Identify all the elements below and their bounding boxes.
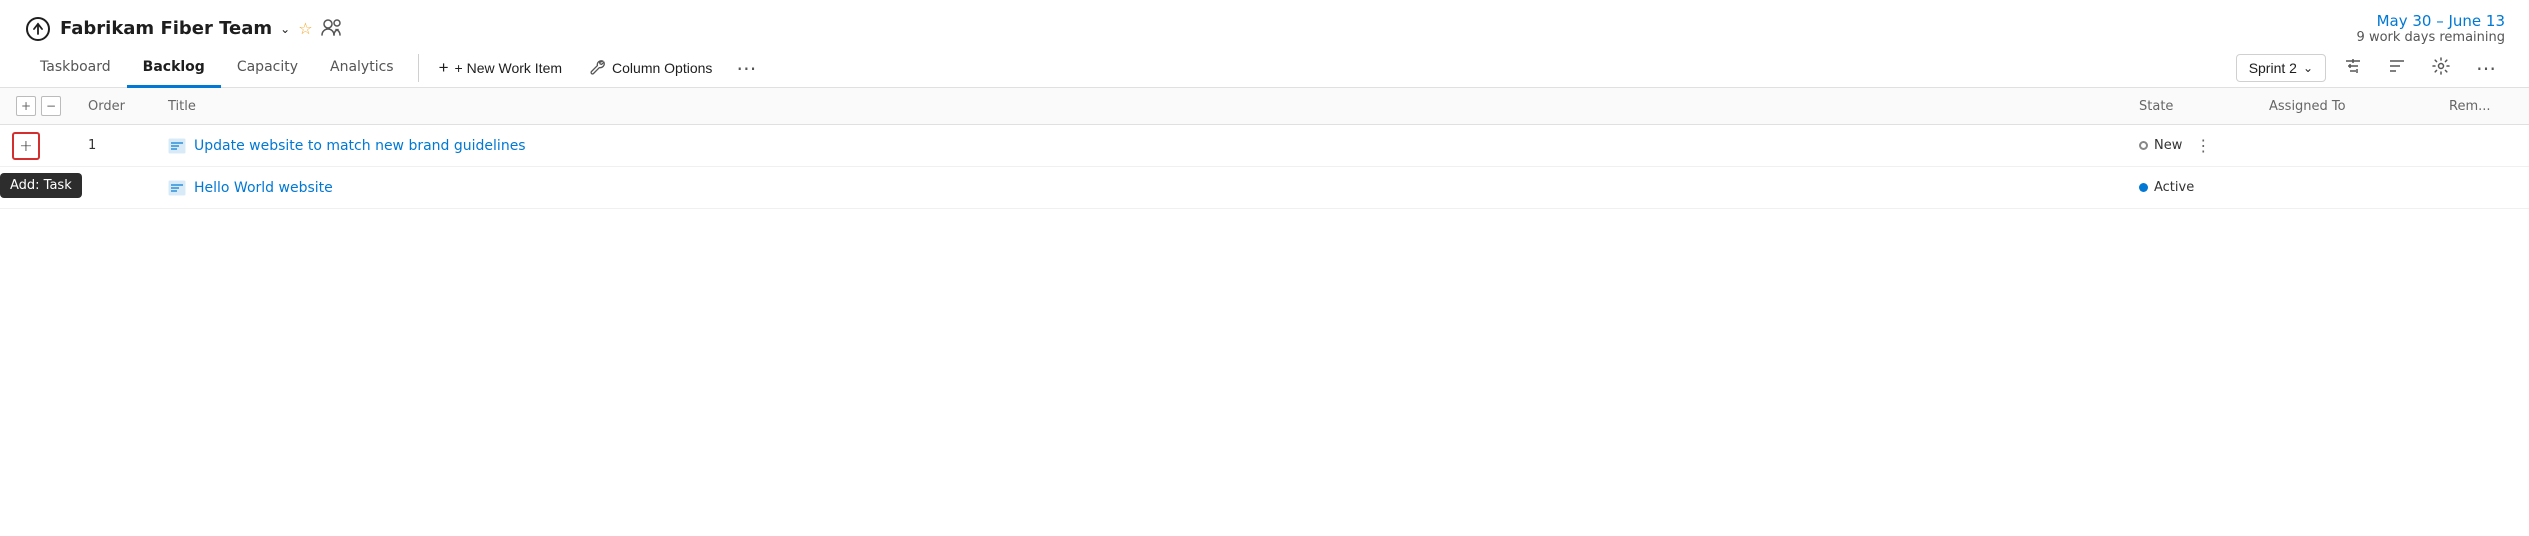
work-days-remaining: 9 work days remaining (2357, 30, 2505, 45)
team-name: Fabrikam Fiber Team (60, 18, 272, 39)
tab-capacity[interactable]: Capacity (221, 49, 314, 88)
nav-right: Sprint 2 ⌄ (2236, 50, 2505, 87)
table-row: Hello World website Active (0, 167, 2529, 209)
sprint-label: Sprint 2 (2249, 60, 2297, 76)
collapse-all-button[interactable]: − (41, 96, 61, 116)
row-expand-area: + Add: Task (0, 132, 80, 160)
settings-button[interactable] (2424, 51, 2458, 85)
col-state-header: State (2139, 99, 2269, 114)
nav-tabs: Taskboard Backlog Capacity Analytics (24, 49, 410, 87)
nav-divider (418, 54, 419, 82)
column-options-label: Column Options (612, 60, 712, 76)
new-work-item-label: + New Work Item (455, 60, 563, 76)
filter-button[interactable] (2336, 53, 2370, 83)
state-label: New (2154, 138, 2182, 153)
row-state: New ⋮ (2139, 136, 2269, 155)
col-expand-header: + − (0, 96, 80, 116)
state-dot-active (2139, 183, 2148, 192)
sprint-dates: May 30 – June 13 (2357, 12, 2505, 30)
row-actions-menu[interactable]: ⋮ (2188, 136, 2218, 155)
row-title-text[interactable]: Update website to match new brand guidel… (194, 138, 526, 154)
table-area: + − Order Title State Assigned To Rem...… (0, 88, 2529, 536)
work-item-icon-2 (168, 179, 186, 197)
people-icon[interactable] (321, 18, 343, 40)
header-right: May 30 – June 13 9 work days remaining (2357, 12, 2505, 45)
table-header: + − Order Title State Assigned To Rem... (0, 88, 2529, 125)
new-work-item-button[interactable]: + + New Work Item (427, 52, 574, 84)
more-actions-button[interactable]: ⋯ (728, 50, 765, 87)
tab-analytics[interactable]: Analytics (314, 49, 410, 88)
tab-taskboard[interactable]: Taskboard (24, 49, 127, 88)
col-remaining-header: Rem... (2449, 99, 2529, 114)
row-title-text-2[interactable]: Hello World website (194, 180, 333, 196)
expand-all-button[interactable]: + (16, 96, 36, 116)
col-order-header: Order (80, 99, 160, 114)
wrench-icon (590, 59, 606, 78)
nav-more-button[interactable]: ⋯ (2468, 50, 2505, 87)
state-dot-new (2139, 141, 2148, 150)
row-title: Update website to match new brand guidel… (160, 137, 2139, 155)
table-row: + Add: Task 1 Update website to match ne… (0, 125, 2529, 167)
row-title-2: Hello World website (160, 179, 2139, 197)
tab-backlog[interactable]: Backlog (127, 49, 221, 88)
row-state-2: Active (2139, 180, 2269, 195)
state-label-2: Active (2154, 180, 2194, 195)
nav-actions: + + New Work Item Column Options ⋯ (427, 50, 2236, 87)
work-item-icon (168, 137, 186, 155)
header-row: Fabrikam Fiber Team ⌄ ☆ May 30 – June 13… (0, 0, 2529, 49)
add-child-button[interactable]: + (12, 132, 40, 160)
header-left: Fabrikam Fiber Team ⌄ ☆ (24, 15, 343, 43)
add-task-tooltip: Add: Task (0, 173, 82, 198)
star-icon[interactable]: ☆ (298, 19, 312, 38)
sprint-chevron-icon: ⌄ (2303, 61, 2313, 75)
plus-icon: + (439, 58, 449, 78)
col-assigned-header: Assigned To (2269, 99, 2449, 114)
row-order: 1 (80, 138, 160, 153)
chevron-down-icon[interactable]: ⌄ (280, 22, 290, 36)
sort-button[interactable] (2380, 53, 2414, 83)
sprint-dropdown[interactable]: Sprint 2 ⌄ (2236, 54, 2326, 82)
col-title-header: Title (160, 99, 2139, 114)
team-icon (24, 15, 52, 43)
nav-row: Taskboard Backlog Capacity Analytics + +… (0, 49, 2529, 88)
column-options-button[interactable]: Column Options (578, 53, 724, 84)
